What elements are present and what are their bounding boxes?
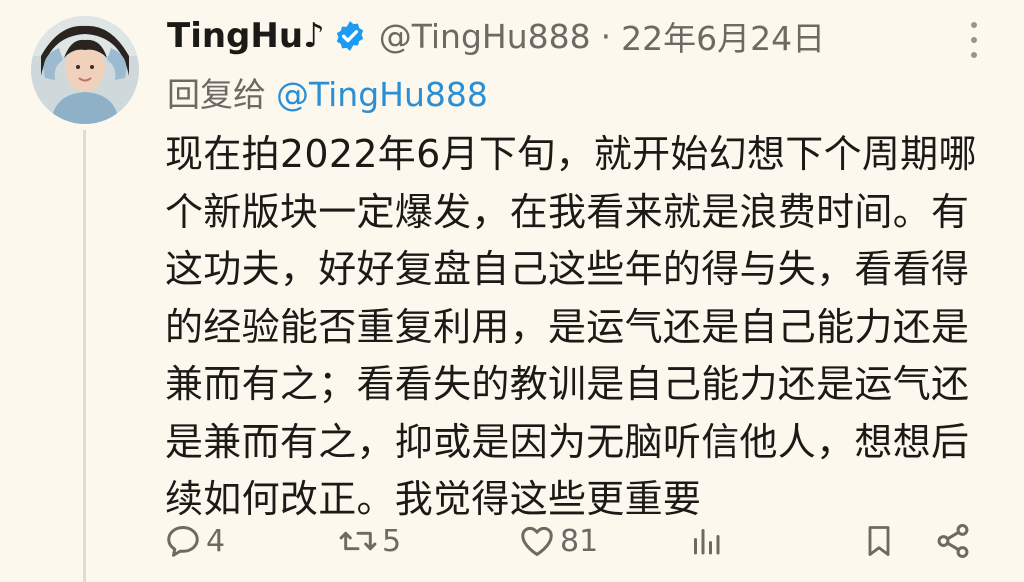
action-bar: 4 5 81 <box>164 518 978 564</box>
retweet-count: 5 <box>382 523 402 559</box>
bookmark-button[interactable] <box>861 518 897 564</box>
reply-mention-link[interactable]: @TingHu888 <box>276 75 488 114</box>
views-button[interactable] <box>688 518 724 564</box>
share-button[interactable] <box>934 518 972 564</box>
avatar[interactable] <box>31 16 139 124</box>
avatar-image <box>31 16 139 124</box>
reply-prefix: 回复给 <box>167 75 266 114</box>
like-button[interactable]: 81 <box>518 518 598 564</box>
reply-button[interactable]: 4 <box>164 518 225 564</box>
share-icon <box>934 522 972 560</box>
reply-icon <box>164 522 202 560</box>
user-handle[interactable]: @TingHu888 <box>379 17 591 56</box>
tweet-text: 现在拍2022年6月下旬，就开始幻想下个周期哪个新版块一定爆发，在我看来就是浪费… <box>165 132 977 521</box>
display-name[interactable]: TingHu♪ <box>167 16 325 56</box>
retweet-icon <box>338 522 378 560</box>
tweet-date[interactable]: 22年6月24日 <box>621 12 825 60</box>
heart-icon <box>518 522 556 560</box>
tweet-header: TingHu♪ @TingHu888 · 22年6月24日 <box>167 12 964 60</box>
thread-line <box>83 130 86 582</box>
more-vertical-icon[interactable] <box>964 22 984 58</box>
bookmark-icon <box>861 521 897 561</box>
analytics-icon <box>688 522 724 560</box>
verified-badge-icon <box>333 19 367 53</box>
like-count: 81 <box>560 523 599 559</box>
separator-dot: · <box>600 16 612 56</box>
reply-context: 回复给 @TingHu888 <box>167 68 488 114</box>
reply-count: 4 <box>206 523 226 559</box>
retweet-button[interactable]: 5 <box>338 518 401 564</box>
